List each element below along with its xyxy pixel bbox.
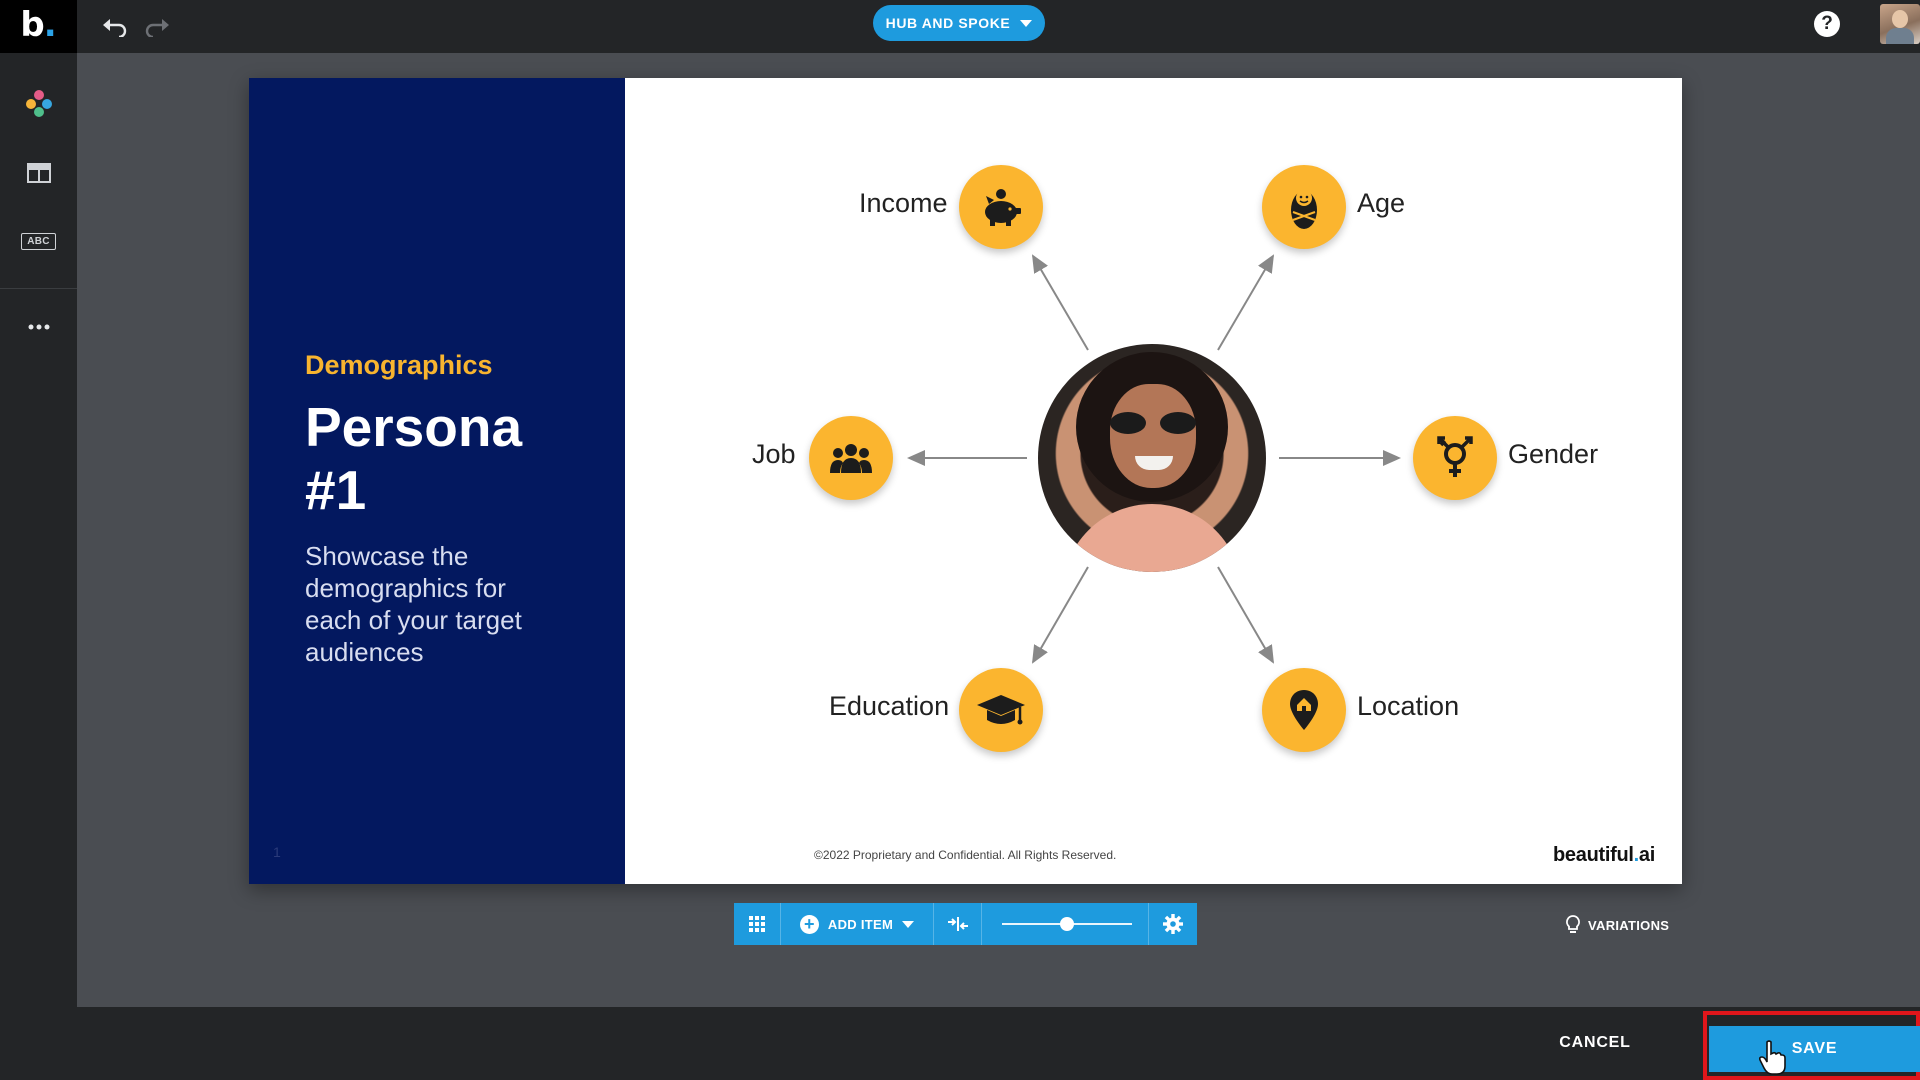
left-toolbar: ABC: [0, 53, 77, 1007]
slide-footer[interactable]: ©2022 Proprietary and Confidential. All …: [814, 848, 1116, 862]
chevron-down-icon: [902, 920, 915, 928]
undo-icon: [103, 19, 127, 37]
plus-icon: +: [799, 914, 819, 934]
variations-button[interactable]: VARIATIONS: [1566, 915, 1669, 935]
node-label-location[interactable]: Location: [1357, 691, 1459, 722]
node-income[interactable]: [959, 165, 1043, 249]
brand-suffix: ai: [1638, 844, 1655, 866]
redo-icon: [145, 19, 169, 37]
persona-photo[interactable]: [1038, 344, 1266, 572]
node-job[interactable]: [809, 416, 893, 500]
theme-palette-icon: [25, 90, 52, 117]
chevron-down-icon: [1020, 19, 1033, 27]
grid-icon: [749, 916, 765, 932]
app-logo[interactable]: b.: [0, 0, 77, 53]
layout-selector-button[interactable]: HUB AND SPOKE: [873, 5, 1045, 41]
graduation-cap-icon: [977, 695, 1025, 725]
rail-divider: [0, 288, 77, 289]
more-icon: [28, 324, 49, 330]
top-bar: b. HUB AND SPOKE ?: [0, 0, 1920, 53]
redo-button[interactable]: [142, 12, 172, 42]
theme-button[interactable]: [0, 81, 77, 125]
brand-logo: beautiful.ai: [1553, 844, 1655, 867]
gear-icon: [1162, 914, 1183, 934]
text-style-icon: ABC: [21, 232, 56, 250]
node-label-age[interactable]: Age: [1357, 188, 1405, 219]
layout-selector-label: HUB AND SPOKE: [885, 15, 1011, 31]
node-education[interactable]: [959, 668, 1043, 752]
collapse-arrows-icon: [947, 917, 968, 931]
undo-button[interactable]: [100, 12, 130, 42]
slide-canvas[interactable]: Demographics Persona #1 Showcase the dem…: [249, 78, 1682, 884]
piggy-bank-icon: [985, 189, 1021, 226]
people-icon: [830, 444, 872, 473]
gender-icon: [1437, 436, 1473, 477]
hand-cursor-icon: [1758, 1040, 1786, 1075]
node-label-income[interactable]: Income: [859, 188, 948, 219]
help-icon: ?: [1821, 13, 1833, 34]
variations-label: VARIATIONS: [1588, 917, 1670, 933]
add-item-label: ADD ITEM: [827, 916, 894, 932]
baby-icon: [1291, 190, 1317, 229]
node-location[interactable]: [1262, 668, 1346, 752]
text-style-button[interactable]: ABC: [0, 219, 77, 263]
size-slider[interactable]: [982, 903, 1149, 945]
layout-icon: [26, 163, 51, 183]
node-label-job[interactable]: Job: [752, 439, 796, 470]
lightbulb-icon: [1566, 915, 1580, 933]
bottom-bar: CANCEL SAVE: [0, 1007, 1920, 1080]
add-item-button[interactable]: + ADD ITEM: [781, 903, 934, 945]
map-pin-icon: [1290, 690, 1318, 730]
layout-button[interactable]: [0, 151, 77, 195]
logo-dot: .: [43, 4, 57, 45]
node-age[interactable]: [1262, 165, 1346, 249]
logo-letter: b: [20, 4, 44, 45]
slider-thumb[interactable]: [1060, 917, 1074, 931]
save-button[interactable]: SAVE: [1709, 1026, 1920, 1072]
more-button[interactable]: [0, 305, 77, 349]
node-gender[interactable]: [1413, 416, 1497, 500]
element-toolbar: + ADD ITEM: [734, 903, 1197, 945]
user-avatar[interactable]: [1880, 4, 1920, 44]
help-button[interactable]: ?: [1814, 11, 1840, 37]
node-label-education[interactable]: Education: [829, 691, 949, 722]
cancel-button[interactable]: CANCEL: [1548, 1028, 1642, 1058]
node-label-gender[interactable]: Gender: [1508, 439, 1598, 470]
grid-button[interactable]: [734, 903, 781, 945]
brand-name: beautiful: [1553, 844, 1634, 866]
arrange-button[interactable]: [934, 903, 982, 945]
settings-button[interactable]: [1149, 903, 1196, 945]
